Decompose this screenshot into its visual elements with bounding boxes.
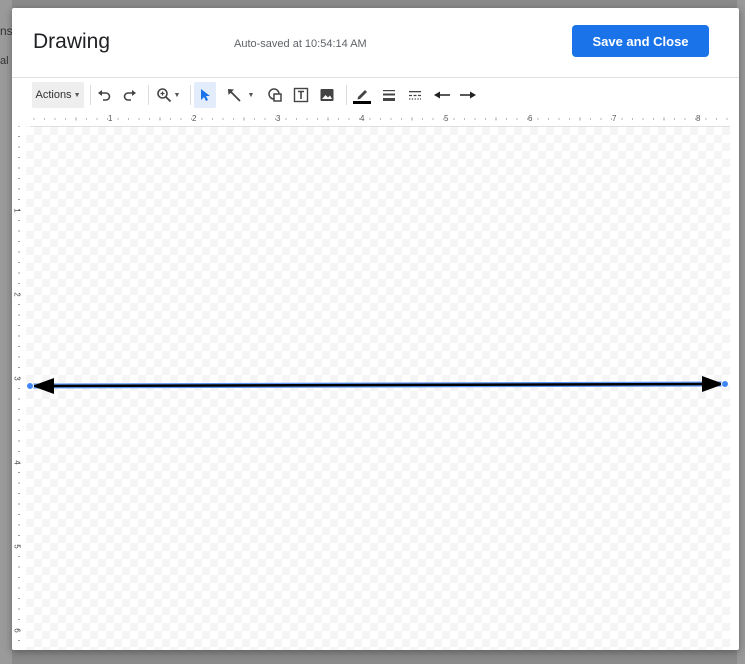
- shape-icon: [268, 88, 282, 102]
- toolbar-divider: [346, 85, 347, 105]
- select-icon: [201, 89, 210, 101]
- ruler-ticks: [33, 117, 728, 121]
- ruler-number: 6: [528, 114, 533, 123]
- arrow-head-right: [702, 376, 724, 392]
- image-button[interactable]: [316, 82, 338, 108]
- line-start-handle[interactable]: [26, 382, 34, 390]
- line-color-button[interactable]: [350, 82, 374, 108]
- line-color-icon: [353, 90, 371, 104]
- redo-button[interactable]: [120, 82, 140, 108]
- ruler-number: 2: [192, 114, 197, 123]
- ruler-number: 4: [12, 460, 22, 465]
- line-start-button[interactable]: [430, 82, 454, 108]
- drawing-toolbar: Actions ▼ ▼ ▼: [32, 82, 732, 108]
- line-weight-icon: [383, 90, 395, 101]
- line-end-icon: [460, 91, 476, 99]
- line-start-icon: [434, 91, 450, 99]
- zoom-button[interactable]: ▼: [152, 82, 184, 108]
- chevron-down-icon: ▼: [247, 91, 255, 99]
- text-box-button[interactable]: [290, 82, 312, 108]
- text-box-icon: [293, 87, 309, 103]
- line-weight-button[interactable]: [378, 82, 400, 108]
- ruler-number: 6: [12, 628, 22, 633]
- save-and-close-button[interactable]: Save and Close: [572, 25, 709, 57]
- background-text: ns: [0, 24, 13, 38]
- select-tool-button[interactable]: [194, 82, 216, 108]
- vertical-ruler: 1 2 3 4 5 6: [12, 126, 27, 650]
- image-icon: [320, 89, 334, 101]
- background-text: al: [0, 55, 9, 67]
- ruler-number: 1: [12, 208, 22, 213]
- zoom-icon: [156, 88, 171, 103]
- line-tool-button[interactable]: ▼: [222, 82, 258, 108]
- toolbar-divider: [190, 85, 191, 105]
- canvas-shapes: [26, 376, 729, 394]
- header-divider: [12, 77, 739, 78]
- actions-label: Actions: [35, 89, 72, 101]
- canvas-area: 1 2 3 4 5 6 7 8 1 2 3 4 5 6: [12, 112, 739, 650]
- ruler-number: 3: [276, 114, 281, 123]
- line-dash-icon: [409, 91, 421, 100]
- line-end-handle[interactable]: [721, 380, 729, 388]
- line-icon: [227, 89, 241, 102]
- ruler-number: 5: [12, 544, 22, 549]
- ruler-number: 7: [612, 114, 617, 123]
- ruler-number: 5: [444, 114, 449, 123]
- chevron-down-icon: ▼: [73, 91, 81, 99]
- line-end-button[interactable]: [456, 82, 480, 108]
- drawing-dialog: Drawing Auto-saved at 10:54:14 AM Save a…: [12, 8, 739, 650]
- line-dash-button[interactable]: [404, 82, 426, 108]
- ruler-ticks: [18, 126, 20, 641]
- ruler-number: 8: [696, 114, 701, 123]
- ruler-number: 1: [108, 114, 113, 123]
- dialog-title: Drawing: [33, 30, 111, 53]
- ruler-number: 4: [360, 114, 365, 123]
- undo-button[interactable]: [94, 82, 114, 108]
- drawing-canvas[interactable]: [26, 127, 730, 650]
- redo-icon: [123, 90, 136, 101]
- autosave-status: Auto-saved at 10:54:14 AM: [234, 38, 367, 50]
- undo-icon: [98, 90, 111, 101]
- toolbar-divider: [90, 85, 91, 105]
- background-document: ns al: [0, 0, 13, 664]
- shape-tool-button[interactable]: [264, 82, 286, 108]
- arrow-head-left: [32, 378, 54, 394]
- ruler-number: 2: [12, 292, 22, 297]
- chevron-down-icon: ▼: [173, 91, 181, 99]
- ruler-number: 3: [12, 376, 22, 381]
- toolbar-divider: [148, 85, 149, 105]
- actions-menu-button[interactable]: Actions ▼: [32, 82, 84, 108]
- horizontal-ruler: 1 2 3 4 5 6 7 8: [30, 112, 730, 127]
